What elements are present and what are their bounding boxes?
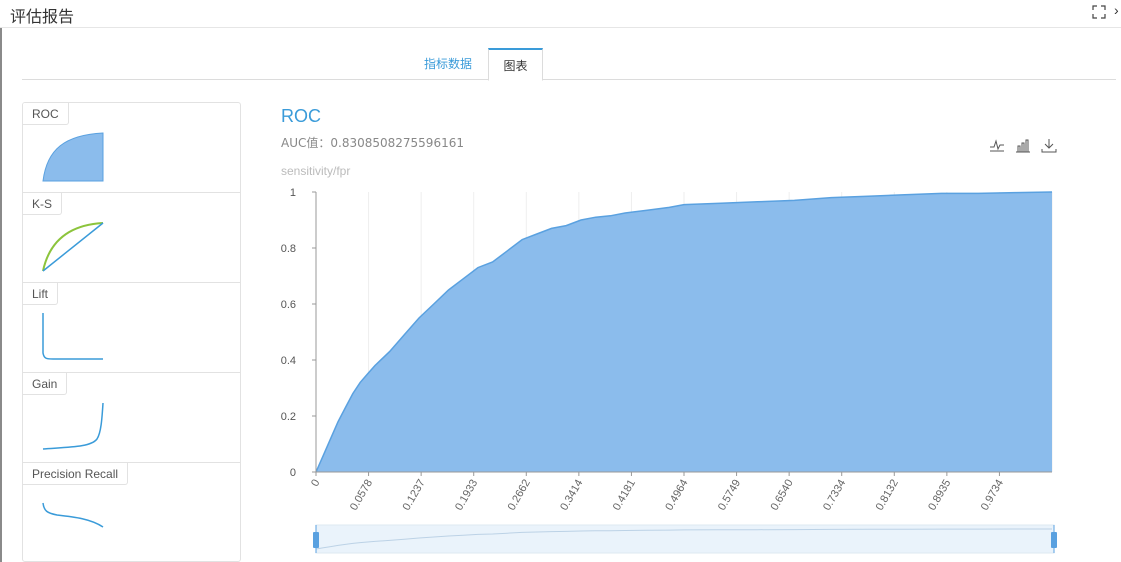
y-tick-label: 0.6	[281, 299, 296, 311]
x-tick-label: 0	[309, 478, 322, 489]
x-tick-label: 0.9734	[979, 478, 1006, 513]
x-tick-label: 0.1237	[401, 478, 428, 513]
x-tick-label: 0.5749	[716, 478, 743, 513]
x-tick-label: 0.0578	[348, 478, 375, 513]
x-tick-label: 0.1933	[453, 478, 480, 513]
x-tick-label: 0.8935	[926, 478, 953, 513]
y-tick-label: 0	[290, 467, 296, 479]
x-tick-label: 0.7334	[821, 478, 848, 513]
x-tick-label: 0.3414	[558, 478, 585, 513]
x-tick-label: 0.8132	[874, 478, 901, 513]
x-tick-label: 0.4964	[663, 478, 690, 513]
x-tick-label: 0.2662	[506, 478, 533, 513]
x-tick-label: 0.6540	[769, 478, 796, 513]
y-tick-label: 0.8	[281, 243, 296, 255]
y-tick-label: 0.2	[281, 411, 296, 423]
roc-area	[316, 192, 1052, 472]
y-tick-label: 0.4	[281, 355, 296, 367]
y-tick-label: 1	[290, 187, 296, 199]
roc-chart: 0 0.2 0.4 0.6 0.8 1 0 0.0578 0.1237 0.1933 0.2662…	[281, 187, 1057, 554]
x-tick-label: 0.4181	[611, 478, 638, 513]
